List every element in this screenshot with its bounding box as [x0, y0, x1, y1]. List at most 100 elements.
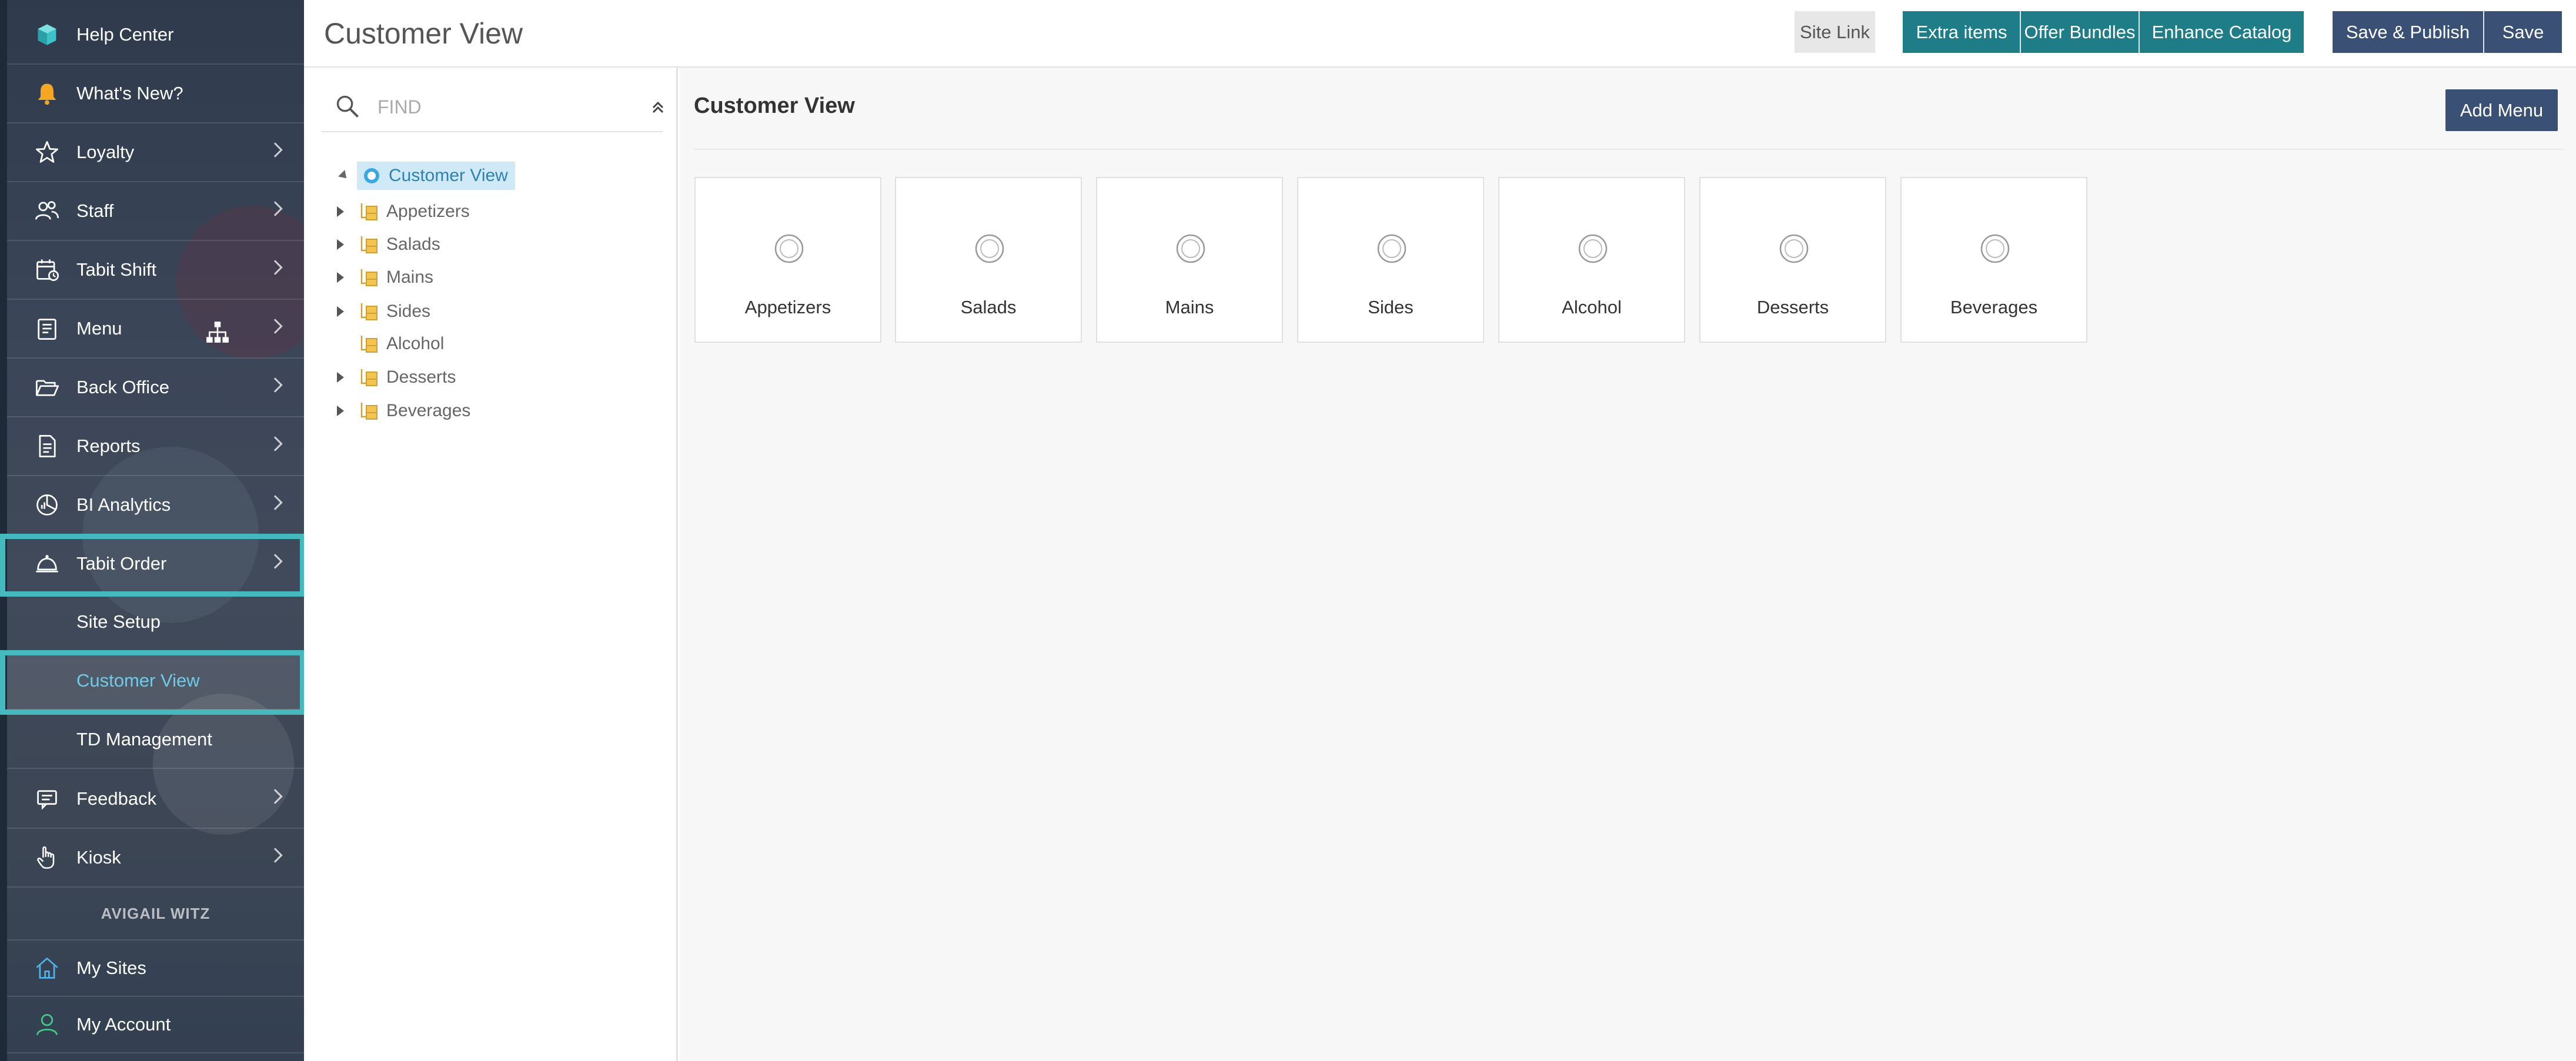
tree-search-input[interactable]: [377, 93, 601, 121]
sidebar-subitem-label: TD Management: [76, 729, 212, 749]
chevron-right-icon: [268, 201, 283, 216]
menu-card-salads[interactable]: Salads: [895, 177, 1082, 343]
sitemap-icon[interactable]: [205, 320, 230, 344]
extra-items-button[interactable]: Extra items: [1903, 11, 2020, 53]
sidebar-item-my-sites[interactable]: My Sites: [7, 940, 304, 997]
category-folder-icon: [360, 403, 377, 420]
sidebar-item-whats-new[interactable]: What's New?: [7, 65, 304, 123]
hand-pointer-icon: [28, 839, 66, 876]
cloche-icon: [28, 545, 66, 583]
tree-root-selected[interactable]: Customer View: [357, 162, 515, 190]
menu-card-alcohol[interactable]: Alcohol: [1498, 177, 1685, 343]
tree-root-node[interactable]: Customer View: [338, 162, 515, 190]
radio-circle-icon: [975, 234, 1004, 263]
tree-search: [322, 85, 665, 132]
sidebar-item-label: Tabit Shift: [76, 259, 157, 280]
staff-icon: [28, 192, 66, 230]
tree-node-label: Beverages: [386, 401, 471, 420]
sidebar-item-tabit-order[interactable]: Tabit Order: [7, 535, 304, 594]
chevron-right-icon: [268, 319, 283, 334]
tree-expand-icon[interactable]: [337, 406, 344, 416]
tree-root-label: Customer View: [389, 166, 508, 185]
menu-card-label: Salads: [960, 297, 1017, 317]
analytics-icon: [28, 486, 66, 524]
radio-circle-icon: [774, 234, 804, 263]
sidebar-item-kiosk[interactable]: Kiosk: [7, 829, 304, 888]
tree-expand-icon[interactable]: [337, 272, 344, 283]
calendar-clock-icon: [28, 251, 66, 289]
sidebar-item-loyalty[interactable]: Loyalty: [7, 123, 304, 182]
sidebar-item-label: Back Office: [76, 377, 169, 397]
menu-card-mains[interactable]: Mains: [1096, 177, 1283, 343]
offer-bundles-button[interactable]: Offer Bundles: [2021, 11, 2139, 53]
sidebar-item-label: Menu: [76, 318, 122, 339]
tree-node-sides[interactable]: Sides: [337, 297, 430, 326]
tree-expand-icon[interactable]: [337, 372, 344, 383]
site-link-button[interactable]: Site Link: [1795, 11, 1875, 53]
radio-circle-icon: [1578, 234, 1608, 263]
sidebar-item-back-office[interactable]: Back Office: [7, 359, 304, 417]
menu-card-label: Appetizers: [744, 297, 831, 317]
save-publish-button[interactable]: Save & Publish: [2333, 11, 2483, 53]
tree-node-mains[interactable]: Mains: [337, 263, 433, 292]
tree-expand-icon[interactable]: [337, 239, 344, 250]
sidebar-item-staff[interactable]: Staff: [7, 182, 304, 241]
add-menu-button[interactable]: Add Menu: [2445, 89, 2558, 131]
root-node-icon: [364, 168, 379, 183]
tree-node-salads[interactable]: Salads: [337, 230, 440, 259]
tree-node-desserts[interactable]: Desserts: [337, 363, 456, 391]
feedback-icon: [28, 780, 66, 818]
category-folder-icon: [360, 236, 377, 253]
sidebar-item-help-center[interactable]: Help Center: [7, 6, 304, 65]
collapse-all-icon[interactable]: [651, 99, 665, 116]
sidebar-item-reports[interactable]: Reports: [7, 417, 304, 476]
menu-card-sides[interactable]: Sides: [1297, 177, 1484, 343]
menu-book-icon: [28, 310, 66, 347]
tree-node-appetizers[interactable]: Appetizers: [337, 198, 470, 226]
sidebar-subitem-td-management[interactable]: TD Management: [7, 711, 304, 769]
tree-node-beverages[interactable]: Beverages: [337, 397, 470, 425]
chevron-right-icon: [268, 142, 283, 158]
sidebar-item-label: My Sites: [76, 958, 146, 978]
tree-node-alcohol[interactable]: Alcohol: [337, 330, 444, 358]
tree-expand-toggle-icon[interactable]: [338, 170, 350, 182]
sidebar-item-label: Tabit Order: [76, 553, 167, 574]
radio-circle-icon: [1980, 234, 2010, 263]
tree-node-label: Salads: [386, 235, 440, 254]
sidebar-item-label: Loyalty: [76, 142, 135, 162]
account-icon: [28, 1006, 66, 1043]
enhance-catalog-button[interactable]: Enhance Catalog: [2140, 11, 2304, 53]
chevron-right-icon: [268, 377, 283, 393]
menu-card-beverages[interactable]: Beverages: [1900, 177, 2087, 343]
top-toolbar: Customer View Site Link Extra items Offe…: [304, 0, 2576, 68]
category-folder-icon: [360, 203, 377, 220]
sidebar-item-tabit-shift[interactable]: Tabit Shift: [7, 241, 304, 300]
search-icon: [336, 95, 359, 118]
save-button[interactable]: Save: [2484, 11, 2562, 53]
sidebar-item-label: BI Analytics: [76, 494, 171, 515]
sidebar-item-my-account[interactable]: My Account: [7, 997, 304, 1053]
sidebar-subitem-label: Site Setup: [76, 611, 161, 632]
menu-card-label: Sides: [1368, 297, 1414, 317]
sidebar: Help Center What's New? Loyalty Staff Ta…: [0, 0, 304, 1061]
sidebar-item-label: Reports: [76, 436, 141, 456]
main-content: Customer View Add Menu Appetizers Salads…: [680, 68, 2576, 1061]
tree-expand-icon[interactable]: [337, 206, 344, 217]
sidebar-subitem-site-setup[interactable]: Site Setup: [7, 594, 304, 651]
sidebar-subitem-customer-view[interactable]: Customer View: [7, 652, 304, 710]
sidebar-user-name: AVIGAIL WITZ: [7, 888, 304, 940]
menu-card-label: Desserts: [1756, 297, 1829, 317]
sidebar-item-bi-analytics[interactable]: BI Analytics: [7, 476, 304, 535]
sidebar-item-label: What's New?: [76, 83, 183, 103]
tree-node-label: Desserts: [386, 367, 456, 387]
tree-expand-icon[interactable]: [337, 306, 344, 317]
menu-card-desserts[interactable]: Desserts: [1699, 177, 1886, 343]
page-title: Customer View: [324, 17, 523, 50]
category-folder-icon: [360, 303, 377, 320]
menu-card-appetizers[interactable]: Appetizers: [694, 177, 881, 343]
chevron-right-icon: [268, 848, 283, 863]
report-icon: [28, 427, 66, 465]
sidebar-item-feedback[interactable]: Feedback: [7, 770, 304, 829]
help-center-icon: [28, 16, 66, 53]
sidebar-item-menu[interactable]: Menu: [7, 300, 304, 359]
